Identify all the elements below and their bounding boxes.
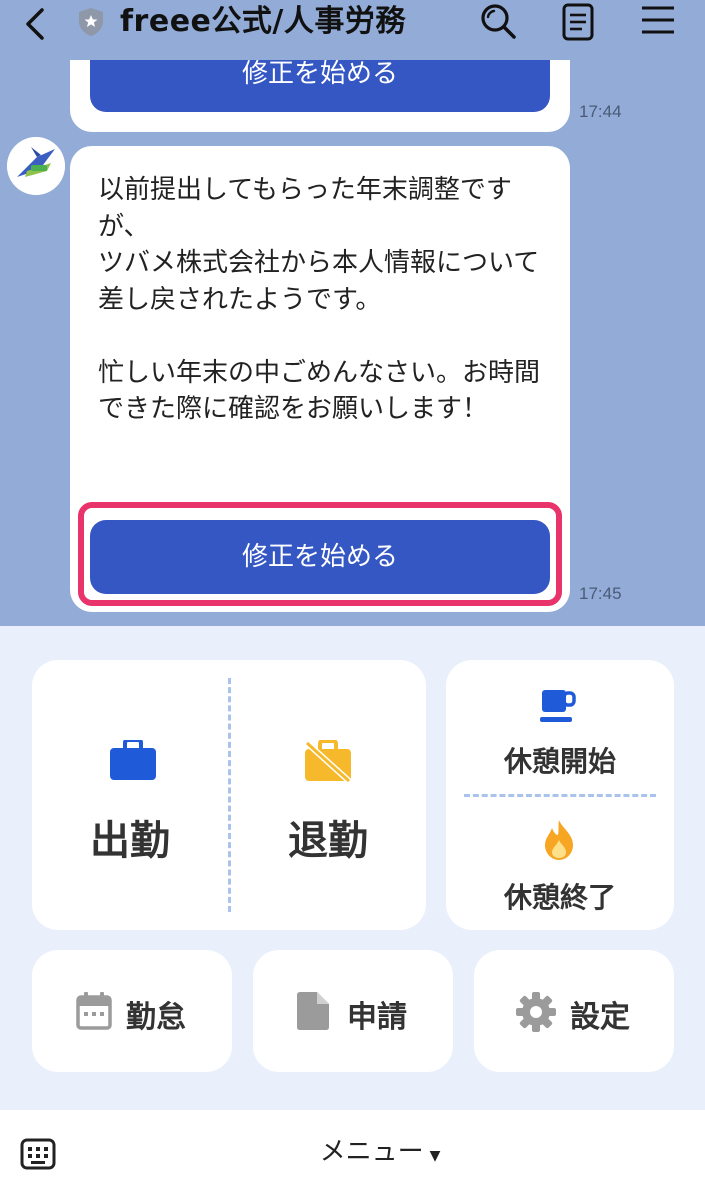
flame-icon [545, 820, 573, 860]
page-title: freee公式/人事労務 [120, 4, 406, 39]
document-icon [297, 992, 329, 1030]
break-end-button[interactable]: 休憩終了 [446, 796, 674, 930]
message-time: 17:44 [579, 102, 622, 121]
calendar-icon [76, 992, 112, 1030]
break-start-label: 休憩開始 [503, 745, 616, 778]
start-correction-button[interactable]: 修正を始める [90, 520, 550, 594]
briefcase-off-icon [304, 740, 352, 782]
clock-in-label: 出勤 [90, 818, 170, 864]
back-icon[interactable] [22, 6, 48, 42]
briefcase-icon [110, 740, 156, 780]
attendance-label: 勤怠 [126, 1000, 186, 1035]
hamburger-icon[interactable] [638, 2, 678, 42]
application-button[interactable]: 申請 [253, 950, 453, 1072]
avatar[interactable] [7, 137, 65, 195]
message-time: 17:45 [579, 584, 622, 603]
break-card: 休憩開始 休憩終了 [446, 660, 674, 930]
menu-toggle-label: メニュー [319, 1137, 424, 1167]
settings-label: 設定 [570, 1000, 630, 1035]
break-end-label: 休憩終了 [503, 881, 616, 914]
clock-out-label: 退勤 [288, 818, 368, 864]
bottom-bar: メニュー ▼ [0, 1110, 705, 1181]
coffee-cup-icon [540, 690, 576, 722]
notes-icon[interactable] [558, 2, 598, 42]
settings-button[interactable]: 設定 [474, 950, 674, 1072]
search-icon[interactable] [478, 2, 518, 42]
clock-card: 出勤 退勤 [32, 660, 426, 930]
clock-out-button[interactable]: 退勤 [230, 660, 426, 930]
message-bubble: 以前提出してもらった年末調整ですが、 ツバメ株式会社から本人情報について差し戻さ… [70, 146, 570, 612]
gear-icon [516, 992, 556, 1032]
break-start-button[interactable]: 休憩開始 [446, 660, 674, 794]
shield-icon [79, 8, 103, 36]
keyboard-icon[interactable] [20, 1136, 56, 1172]
chat-area[interactable]: 修正を始める 17:44 以前提出してもらった年末調整ですが、 ツバメ株式会社か… [0, 0, 705, 626]
attendance-button[interactable]: 勤怠 [32, 950, 232, 1072]
menu-toggle[interactable]: メニュー ▼ [300, 1134, 460, 1170]
clock-in-button[interactable]: 出勤 [32, 660, 228, 930]
caret-down-icon: ▼ [429, 1148, 441, 1164]
message-text: 以前提出してもらった年末調整ですが、 ツバメ株式会社から本人情報について差し戻さ… [98, 175, 541, 424]
swallow-logo-icon [7, 137, 65, 195]
application-label: 申請 [347, 1000, 407, 1035]
header-bar: freee公式/人事労務 [0, 0, 705, 60]
